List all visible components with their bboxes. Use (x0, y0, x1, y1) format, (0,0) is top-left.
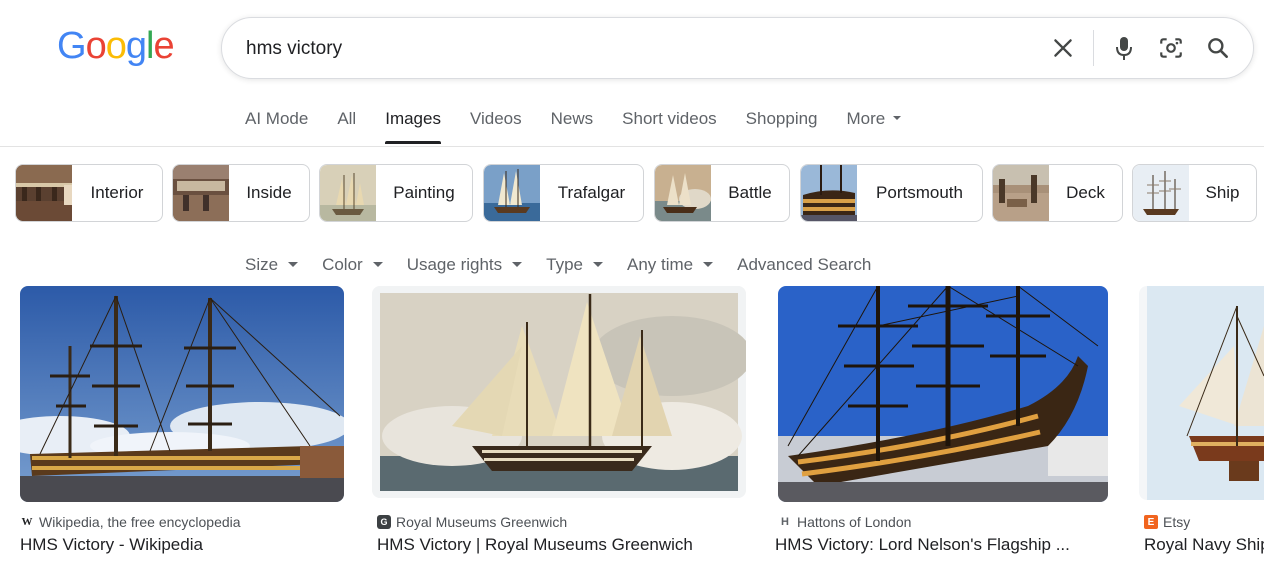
filter-bar: Size Color Usage rights Type Any time Ad… (245, 254, 895, 278)
source-name: Royal Museums Greenwich (396, 514, 568, 530)
filter-label: Any time (627, 255, 694, 274)
logo-letter: e (153, 25, 174, 67)
source-name: Etsy (1163, 514, 1191, 530)
tab-more[interactable]: More (847, 108, 902, 148)
image-result[interactable]: G Royal Museums Greenwich HMS Victory | … (372, 286, 746, 556)
tab-label: News (550, 109, 594, 128)
tab-label: Shopping (745, 109, 818, 128)
search-tabs: AI Mode All Images Videos News Short vid… (245, 108, 930, 148)
tab-label: AI Mode (245, 109, 309, 128)
caret-down-icon (593, 262, 603, 268)
tab-videos[interactable]: Videos (470, 108, 522, 148)
chip-thumbnail (173, 165, 229, 221)
chip-thumbnail (801, 165, 857, 221)
filter-label: Usage rights (406, 255, 503, 274)
etsy-icon: E (1144, 515, 1158, 529)
chip-trafalgar[interactable]: Trafalgar (483, 164, 644, 222)
caret-down-icon (512, 262, 523, 268)
tab-ai-mode[interactable]: AI Mode (245, 108, 308, 148)
result-source[interactable]: G Royal Museums Greenwich (377, 514, 567, 530)
filter-label: Size (245, 255, 279, 274)
search-box[interactable]: hms victory (221, 17, 1254, 79)
chip-label: Inside (246, 183, 292, 202)
tab-shopping[interactable]: Shopping (746, 108, 818, 148)
tab-label: All (337, 109, 357, 128)
image-result[interactable]: W Wikipedia, the free encyclopedia HMS V… (20, 286, 344, 556)
chip-thumbnail (320, 165, 376, 221)
tab-images[interactable]: Images (385, 108, 441, 148)
search-icon[interactable] (1205, 35, 1231, 61)
tab-label: Short videos (622, 109, 717, 128)
camera-lens-icon[interactable] (1158, 35, 1184, 61)
chip-painting[interactable]: Painting (319, 164, 473, 222)
source-name: Hattons of London (797, 514, 912, 530)
search-input[interactable]: hms victory (246, 38, 342, 60)
chip-interior[interactable]: Interior (15, 164, 163, 222)
result-image[interactable] (1139, 286, 1264, 500)
tabs-divider (0, 146, 1264, 147)
result-image[interactable] (778, 286, 1108, 502)
result-source[interactable]: E Etsy (1144, 514, 1190, 530)
result-image[interactable] (372, 286, 746, 498)
image-result[interactable]: E Etsy Royal Navy Ship (1139, 286, 1264, 556)
filter-type[interactable]: Type (546, 254, 603, 278)
tab-label: Videos (469, 109, 522, 128)
filter-label: Type (546, 255, 583, 274)
hattons-icon: H (781, 516, 789, 528)
chip-thumbnail (655, 165, 711, 221)
filter-usage-rights[interactable]: Usage rights (406, 254, 523, 278)
logo-letter: o (105, 25, 127, 67)
advanced-search-link[interactable]: Advanced Search (737, 254, 871, 278)
tab-all[interactable]: All (337, 108, 356, 148)
tab-label: More (846, 109, 886, 128)
filter-label: Advanced Search (737, 255, 872, 274)
google-logo[interactable]: Google (57, 25, 175, 67)
caret-down-icon (893, 115, 902, 120)
chip-label: Battle (728, 183, 772, 202)
image-result[interactable]: H Hattons of London HMS Victory: Lord Ne… (775, 286, 1109, 556)
chip-label: Portsmouth (876, 183, 963, 202)
caret-down-icon (372, 262, 383, 268)
chip-thumbnail (1133, 165, 1189, 221)
tab-label: Images (385, 109, 441, 128)
caret-down-icon (703, 262, 714, 268)
logo-letter: g (125, 25, 147, 67)
result-image[interactable] (20, 286, 344, 502)
caret-down-icon (288, 262, 299, 268)
tab-news[interactable]: News (551, 108, 594, 148)
logo-letter: o (85, 25, 107, 67)
result-title[interactable]: HMS Victory: Lord Nelson's Flagship ... (775, 535, 1109, 555)
chip-label: Deck (1066, 183, 1105, 202)
chip-thumbnail (16, 165, 72, 221)
result-source[interactable]: H Hattons of London (778, 514, 911, 530)
chip-portsmouth[interactable]: Portsmouth (800, 164, 983, 222)
clear-icon[interactable] (1050, 35, 1076, 61)
chip-thumbnail (484, 165, 540, 221)
search-divider (1093, 30, 1094, 66)
tab-short-videos[interactable]: Short videos (622, 108, 717, 148)
logo-letter: l (145, 25, 155, 67)
result-title[interactable]: Royal Navy Ship (1144, 535, 1264, 555)
chip-deck[interactable]: Deck (992, 164, 1123, 222)
chip-label: Painting (393, 183, 455, 202)
chip-label: Trafalgar (557, 183, 626, 202)
microphone-icon[interactable] (1112, 34, 1136, 62)
chip-battle[interactable]: Battle (654, 164, 790, 222)
chip-label: Ship (1205, 183, 1240, 202)
chip-inside[interactable]: Inside (172, 164, 310, 222)
source-name: Wikipedia, the free encyclopedia (39, 514, 241, 530)
filter-any-time[interactable]: Any time (627, 254, 714, 278)
filter-color[interactable]: Color (322, 254, 383, 278)
chip-thumbnail (993, 165, 1049, 221)
wikipedia-icon: W (21, 516, 33, 528)
result-title[interactable]: HMS Victory | Royal Museums Greenwich (377, 535, 746, 555)
filter-label: Color (322, 255, 363, 274)
logo-letter: G (57, 25, 87, 67)
filter-size[interactable]: Size (245, 254, 299, 278)
royal-museums-icon: G (377, 515, 391, 529)
chip-label: Interior (90, 183, 144, 202)
result-source[interactable]: W Wikipedia, the free encyclopedia (20, 514, 241, 530)
chip-ship[interactable]: Ship (1132, 164, 1257, 222)
result-title[interactable]: HMS Victory - Wikipedia (20, 535, 344, 555)
